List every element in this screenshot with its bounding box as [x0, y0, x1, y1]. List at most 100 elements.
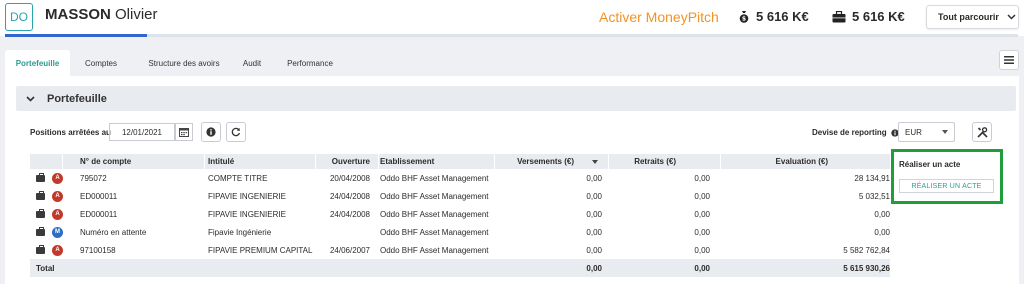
briefcase-icon	[36, 190, 45, 200]
column-header-withdrawals[interactable]: Retraits (€)	[620, 154, 676, 169]
badge-cell: A	[52, 241, 64, 259]
column-header-account[interactable]: N° de compte	[80, 154, 190, 169]
row-icon-cell	[36, 205, 48, 223]
client-avatar: DO	[5, 3, 33, 31]
tools-button[interactable]	[972, 122, 992, 142]
activate-moneypitch-link[interactable]: Activer MoneyPitch	[599, 9, 719, 25]
table-row[interactable]: A ED000011 FIPAVIE INGENIERIE 24/04/2008 Odd…	[30, 187, 890, 205]
account-title: FIPAVIE PREMIUM CAPITALI...	[208, 245, 313, 255]
accounts-table: N° de compte Intitulé Ouverture Etabliss…	[30, 154, 890, 277]
tab-audit[interactable]: Audit	[235, 50, 269, 76]
tools-icon	[976, 126, 988, 138]
portfolio-amount: 5 616 K€	[832, 9, 905, 24]
row-icon-cell	[36, 187, 48, 205]
currency-label-text: Devise de reporting	[812, 128, 887, 137]
browse-all-button[interactable]: Tout parcourir	[926, 5, 1019, 29]
withdrawals-value: 0,00	[694, 209, 710, 219]
deposits-value: 0,00	[586, 209, 602, 219]
svg-text:$: $	[742, 16, 746, 23]
section-header[interactable]: Portefeuille	[16, 86, 1016, 111]
browse-all-label: Tout parcourir	[938, 12, 999, 22]
status-badge: A	[52, 172, 63, 184]
column-header-deposits[interactable]: Versements (€)	[500, 154, 574, 169]
calendar-button[interactable]	[175, 123, 193, 141]
briefcase-icon	[36, 172, 45, 182]
refresh-icon	[231, 127, 241, 137]
column-header-opening[interactable]: Ouverture	[312, 154, 370, 169]
tab-structure-avoirs[interactable]: Structure des avoirs	[137, 50, 231, 76]
realize-act-button[interactable]: RÉALISER UN ACTE	[899, 179, 994, 193]
realize-act-label: RÉALISER UN ACTE	[911, 182, 982, 190]
client-last-name: MASSON	[45, 6, 111, 23]
column-header-title[interactable]: Intitulé	[208, 154, 308, 169]
valuation-value: 5 582 762,84	[843, 245, 890, 255]
client-first-name: Olivier	[115, 6, 158, 23]
info-icon	[206, 127, 216, 137]
currency-label: Devise de reporting	[812, 128, 899, 137]
caret-down-icon	[942, 130, 948, 134]
currency-select[interactable]: EUR	[898, 122, 955, 142]
withdrawals-value: 0,00	[694, 173, 710, 183]
profile-progress-bar	[5, 34, 1018, 37]
table-total-row: Total 0,00 0,00 5 615 930,26	[30, 259, 890, 277]
institution: Oddo BHF Asset Management	[380, 209, 489, 219]
table-row[interactable]: A 97100158 FIPAVIE PREMIUM CAPITALI... 24/0…	[30, 241, 890, 259]
table-row[interactable]: A ED000011 FIPAVIE INGENIERIE 24/04/2008 Odd…	[30, 205, 890, 223]
valuation-value: 0,00	[874, 227, 890, 237]
realize-act-panel: Réaliser un acte RÉALISER UN ACTE	[891, 149, 1003, 204]
valuation-value: 0,00	[874, 209, 890, 219]
institution: Oddo BHF Asset Management	[380, 227, 489, 237]
tab-bar: Portefeuille Comptes Structure des avoir…	[0, 50, 1024, 76]
chevron-down-icon[interactable]	[26, 95, 35, 102]
currency-value: EUR	[905, 127, 922, 137]
refresh-button[interactable]	[226, 122, 246, 142]
deposits-value: 0,00	[586, 245, 602, 255]
institution: Oddo BHF Asset Management	[380, 245, 489, 255]
status-badge: A	[52, 208, 63, 220]
positions-date-label: Positions arrêtées au	[30, 128, 111, 137]
total-withdrawals: 0,00	[694, 263, 710, 273]
table-body: A 795072 COMPTE TITRE 20/04/2008 Oddo BHF As…	[30, 169, 890, 259]
row-icon-cell	[36, 223, 48, 241]
total-label: Total	[36, 263, 55, 273]
briefcase-icon	[36, 208, 45, 218]
client-name: MASSON Olivier	[45, 6, 158, 23]
institution: Oddo BHF Asset Management	[380, 173, 489, 183]
deposits-value: 0,00	[586, 227, 602, 237]
briefcase-icon	[36, 226, 45, 236]
table-row[interactable]: M Numéro en attente Fipavie Ingénierie Oddo…	[30, 223, 890, 241]
column-header-institution[interactable]: Etablissement	[380, 154, 470, 169]
positions-date-input[interactable]: 12/01/2021	[109, 123, 175, 141]
portfolio-panel: Portefeuille Positions arrêtées au 12/01…	[5, 76, 1019, 284]
withdrawals-value: 0,00	[694, 227, 710, 237]
sort-desc-icon[interactable]	[592, 154, 602, 169]
column-header-valuation[interactable]: Evaluation (€)	[750, 154, 828, 169]
calendar-icon	[179, 128, 189, 137]
progress-fill	[5, 34, 147, 37]
account-title: COMPTE TITRE	[208, 173, 268, 183]
row-icon-cell	[36, 241, 48, 259]
tab-comptes[interactable]: Comptes	[75, 50, 127, 76]
money-bag-icon: $	[739, 11, 749, 23]
status-badge: A	[52, 244, 63, 256]
total-valuation: 5 615 930,26	[843, 263, 890, 273]
tab-portefeuille[interactable]: Portefeuille	[5, 50, 70, 76]
info-button[interactable]	[201, 122, 221, 142]
total-assets-amount: $ 5 616 K€	[738, 9, 809, 24]
status-badge: M	[52, 226, 63, 238]
account-title: FIPAVIE INGENIERIE	[208, 191, 286, 201]
institution: Oddo BHF Asset Management	[380, 191, 489, 201]
opening-date: 20/04/2008	[329, 173, 370, 183]
tab-performance[interactable]: Performance	[278, 50, 342, 76]
briefcase-icon	[36, 244, 45, 254]
account-number: 97100158	[80, 245, 116, 255]
table-row[interactable]: A 795072 COMPTE TITRE 20/04/2008 Oddo BHF As…	[30, 169, 890, 187]
chevron-down-icon	[1007, 14, 1016, 20]
row-icon-cell	[36, 169, 48, 187]
account-number: 795072	[80, 173, 107, 183]
badge-cell: M	[52, 223, 64, 241]
side-menu-button[interactable]	[999, 50, 1019, 70]
opening-date: 24/04/2008	[329, 191, 370, 201]
status-badge: A	[52, 190, 63, 202]
opening-date: 24/06/2007	[329, 245, 370, 255]
